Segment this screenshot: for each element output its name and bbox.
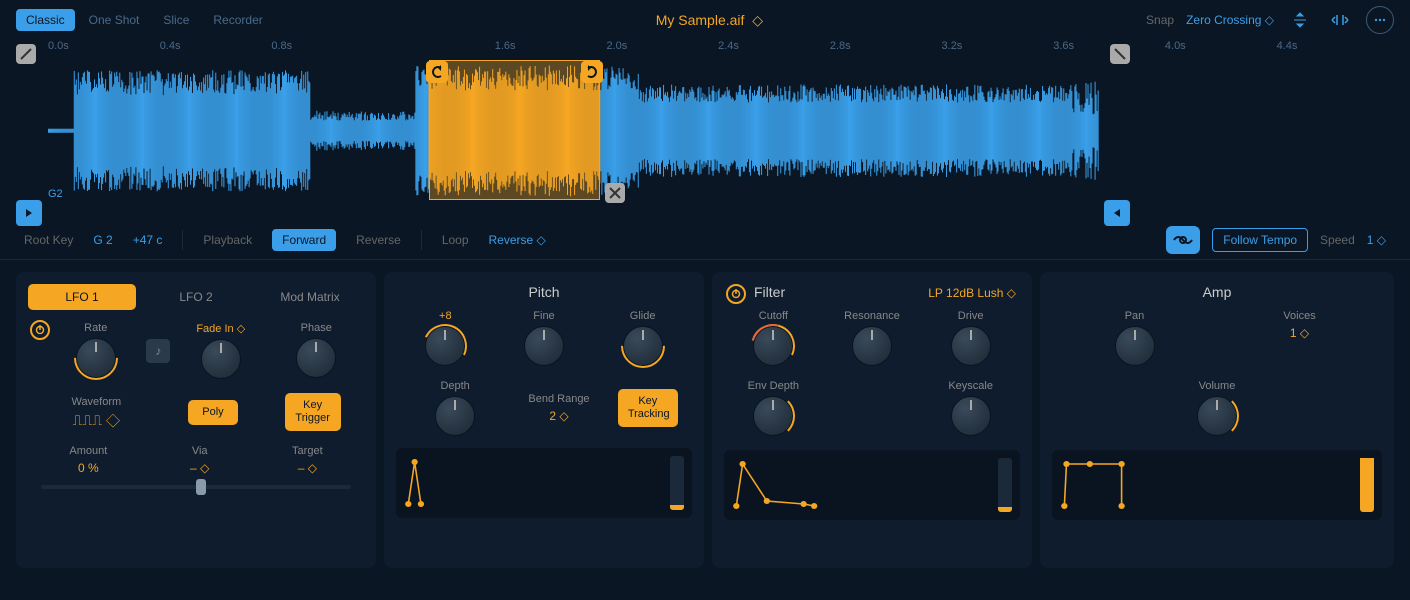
flex-button[interactable] xyxy=(1166,226,1200,254)
horizontal-zoom-icon[interactable] xyxy=(1326,6,1354,34)
phase-knob[interactable] xyxy=(296,338,336,378)
amount-slider[interactable] xyxy=(41,485,351,489)
waveform-label: Waveform xyxy=(71,396,121,408)
root-key-note[interactable]: G 2 xyxy=(93,233,112,247)
drive-knob[interactable] xyxy=(951,326,991,366)
tab-recorder[interactable]: Recorder xyxy=(203,9,272,31)
amp-title: Amp xyxy=(1052,284,1382,300)
playback-forward-button[interactable]: Forward xyxy=(272,229,336,251)
tab-classic[interactable]: Classic xyxy=(16,9,75,31)
file-name[interactable]: My Sample.aif ◇ xyxy=(273,12,1146,29)
pitch-knob[interactable] xyxy=(425,326,465,366)
drive-label: Drive xyxy=(958,310,984,322)
snap-label: Snap xyxy=(1146,13,1174,27)
sample-end-handle[interactable] xyxy=(1104,200,1130,226)
loop-start-handle[interactable] xyxy=(426,61,448,83)
lfo-power-button[interactable] xyxy=(30,320,50,340)
voices-label: Voices xyxy=(1283,310,1315,322)
snap-value[interactable]: Zero Crossing ◇ xyxy=(1186,13,1274,27)
depth-label: Depth xyxy=(440,380,469,392)
amount-label: Amount xyxy=(69,445,107,457)
tab-lfo1[interactable]: LFO 1 xyxy=(28,284,136,310)
pitch-panel: Pitch +8 Fine Glide Depth Bend Range 2 xyxy=(384,272,704,568)
sample-start-handle[interactable] xyxy=(16,200,42,226)
header: Classic One Shot Slice Recorder My Sampl… xyxy=(0,0,1410,40)
tab-one-shot[interactable]: One Shot xyxy=(79,9,150,31)
amount-value[interactable]: 0 % xyxy=(78,461,99,475)
follow-tempo-button[interactable]: Follow Tempo xyxy=(1212,228,1308,252)
playback-label: Playback xyxy=(203,233,252,247)
lower-panels: LFO 1 LFO 2 Mod Matrix Rate ♪ Fade In ◇ … xyxy=(0,260,1410,580)
glide-knob[interactable] xyxy=(623,326,663,366)
waveform-area: 0.0s 0.4s 0.8s 1.6s 2.0s 2.4s 2.8s 3.2s … xyxy=(0,40,1410,220)
playback-reverse-button[interactable]: Reverse xyxy=(356,233,401,247)
mode-tabs: Classic One Shot Slice Recorder xyxy=(16,9,273,31)
fine-knob[interactable] xyxy=(524,326,564,366)
filter-power-button[interactable] xyxy=(726,284,746,304)
vertical-zoom-icon[interactable] xyxy=(1286,6,1314,34)
voices-value[interactable]: 1 ◇ xyxy=(1290,326,1309,340)
loop-region[interactable] xyxy=(429,60,600,200)
loop-value[interactable]: Reverse ◇ xyxy=(489,233,546,247)
bend-range-value[interactable]: 2 ◇ xyxy=(549,409,568,423)
rate-knob[interactable] xyxy=(76,338,116,378)
pitch-envelope[interactable] xyxy=(396,448,692,518)
loop-end-handle[interactable] xyxy=(581,61,603,83)
amp-envelope[interactable] xyxy=(1052,450,1382,520)
waveform-display[interactable]: G2 xyxy=(48,60,1362,200)
volume-knob[interactable] xyxy=(1197,396,1237,436)
poly-button[interactable]: Poly xyxy=(188,400,238,425)
pan-label: Pan xyxy=(1125,310,1145,322)
waveform-selector[interactable]: ⎍⎍⎍ ◇ xyxy=(73,412,120,429)
key-trigger-button[interactable]: Key Trigger xyxy=(285,393,341,431)
speed-value[interactable]: 1 ◇ xyxy=(1367,233,1386,247)
keyscale-label: Keyscale xyxy=(948,380,993,392)
resonance-knob[interactable] xyxy=(852,326,892,366)
speed-label: Speed xyxy=(1320,233,1355,247)
volume-label: Volume xyxy=(1199,380,1236,392)
root-note-display: G2 xyxy=(48,188,63,200)
filter-type-selector[interactable]: LP 12dB Lush ◇ xyxy=(928,286,1016,300)
fine-label: Fine xyxy=(533,310,554,322)
cutoff-label: Cutoff xyxy=(759,310,788,322)
key-tracking-button[interactable]: Key Tracking xyxy=(618,389,678,427)
fade-knob[interactable] xyxy=(201,339,241,379)
env-depth-knob[interactable] xyxy=(753,396,793,436)
more-icon[interactable] xyxy=(1366,6,1394,34)
time-ruler: 0.0s 0.4s 0.8s 1.6s 2.0s 2.4s 2.8s 3.2s … xyxy=(48,40,1362,60)
pitch-title: Pitch xyxy=(396,284,692,300)
fade-label[interactable]: Fade In ◇ xyxy=(196,322,245,335)
bend-range-label: Bend Range xyxy=(528,393,589,405)
root-key-label: Root Key xyxy=(24,233,73,247)
loop-label: Loop xyxy=(442,233,469,247)
tab-slice[interactable]: Slice xyxy=(153,9,199,31)
depth-knob[interactable] xyxy=(435,396,475,436)
filter-panel: Filter LP 12dB Lush ◇ Cutoff Resonance D… xyxy=(712,272,1032,568)
tab-lfo2[interactable]: LFO 2 xyxy=(142,284,250,310)
fade-in-handle[interactable] xyxy=(16,44,36,64)
tab-mod-matrix[interactable]: Mod Matrix xyxy=(256,284,364,310)
via-label: Via xyxy=(192,445,208,457)
lfo-panel: LFO 1 LFO 2 Mod Matrix Rate ♪ Fade In ◇ … xyxy=(16,272,376,568)
glide-label: Glide xyxy=(630,310,656,322)
pan-knob[interactable] xyxy=(1115,326,1155,366)
target-label: Target xyxy=(292,445,323,457)
amp-panel: Amp Pan Voices 1 ◇ Volume xyxy=(1040,272,1394,568)
phase-label: Phase xyxy=(301,322,332,334)
crossfade-handle[interactable] xyxy=(605,183,625,203)
keyscale-knob[interactable] xyxy=(951,396,991,436)
env-depth-label: Env Depth xyxy=(748,380,799,392)
chevron-updown-icon: ◇ xyxy=(748,12,763,28)
filter-envelope[interactable] xyxy=(724,450,1020,520)
cutoff-knob[interactable] xyxy=(753,326,793,366)
sync-button[interactable]: ♪ xyxy=(146,339,170,363)
target-value[interactable]: – ◇ xyxy=(298,461,317,475)
pitch-coarse-value: +8 xyxy=(439,310,452,322)
rate-label: Rate xyxy=(84,322,107,334)
resonance-label: Resonance xyxy=(844,310,900,322)
header-right: Snap Zero Crossing ◇ xyxy=(1146,6,1394,34)
root-key-cents[interactable]: +47 c xyxy=(133,233,163,247)
via-value[interactable]: – ◇ xyxy=(190,461,209,475)
param-bar: Root Key G 2 +47 c Playback Forward Reve… xyxy=(0,220,1410,260)
